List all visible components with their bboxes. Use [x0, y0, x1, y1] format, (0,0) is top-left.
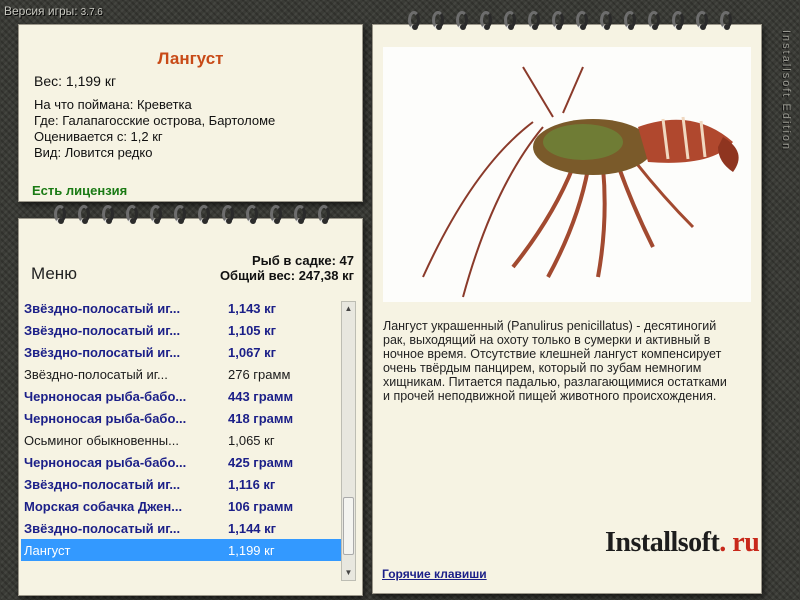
fish-weight: Вес: 1,199 кг: [34, 73, 117, 89]
version-label: Версия игры: 3.7.6: [4, 4, 103, 18]
catch-list-card: Меню Рыб в садке: 47 Общий вес: 247,38 к…: [18, 205, 363, 596]
logo-main-text: Installsoft: [605, 527, 720, 558]
catch-stats: Рыб в садке: 47 Общий вес: 247,38 кг: [220, 253, 354, 283]
list-item-name: Черноносая рыба-бабо...: [24, 410, 187, 426]
list-item-name: Черноносая рыба-бабо...: [24, 388, 187, 404]
list-item[interactable]: Звёздно-полосатый иг... 1,116 кг: [21, 473, 341, 495]
fish-description: Лангуст украшенный (Panulirus penicillat…: [383, 319, 727, 403]
list-item-name: Осьминог обыкновенны...: [24, 432, 179, 448]
hotkeys-link[interactable]: Горячие клавиши: [382, 567, 487, 581]
list-item-weight: 276 грамм: [228, 366, 291, 382]
list-item-weight: 1,144 кг: [228, 520, 277, 536]
lobster-image: [383, 47, 751, 302]
list-item-weight: 443 грамм: [228, 388, 294, 404]
list-item-weight: 1,143 кг: [228, 300, 277, 316]
list-item-weight: 1,065 кг: [228, 432, 275, 448]
location-line: Где: Галапагосские острова, Бартоломе: [34, 113, 276, 128]
catch-info-card: Лангуст Вес: 1,199 кг На что поймана: Кр…: [18, 24, 363, 202]
list-item-weight: 1,067 кг: [228, 344, 277, 360]
scroll-up-icon[interactable]: ▲: [342, 302, 355, 316]
logo-ru: ru: [732, 527, 760, 558]
list-item[interactable]: Звёздно-полосатый иг... 1,105 кг: [21, 319, 341, 341]
list-item-weight: 418 грамм: [228, 410, 294, 426]
list-item[interactable]: Черноносая рыба-бабо... 425 грамм: [21, 451, 341, 473]
list-item[interactable]: Морская собачка Джен... 106 грамм: [21, 495, 341, 517]
value-line: Оценивается с: 1,2 кг: [34, 129, 163, 144]
list-item-name: Звёздно-полосатый иг...: [24, 344, 181, 360]
catch-list[interactable]: Звёздно-полосатый иг... 1,143 кг Звёздно-п…: [21, 297, 341, 587]
edition-brand: Installsoft Edition: [780, 30, 792, 152]
list-item-weight: 106 грамм: [228, 498, 294, 514]
list-item-name: Звёздно-полосатый иг...: [24, 300, 181, 316]
fish-details: На что поймана: Креветка Где: Галапагосс…: [34, 97, 275, 161]
logo-dot: .: [719, 527, 726, 558]
list-item-name: Звёздно-полосатый иг...: [24, 322, 181, 338]
fish-title: Лангуст: [157, 49, 224, 68]
list-item-name: Звёздно-полосатый иг...: [24, 520, 181, 536]
list-item-name: Черноносая рыба-бабо...: [24, 454, 187, 470]
list-scrollbar[interactable]: ▲ ▼: [341, 301, 356, 581]
list-item-name: Морская собачка Джен...: [24, 498, 183, 514]
list-item-name: Звёздно-полосатый иг...: [24, 366, 168, 382]
list-item[interactable]: Осьминог обыкновенны... 1,065 кг: [21, 429, 341, 451]
list-item-weight: 1,105 кг: [228, 322, 277, 338]
installsoft-logo: Installsoft. ru: [605, 527, 760, 559]
bait-line: На что поймана: Креветка: [34, 97, 192, 112]
fish-count: Рыб в садке: 47: [251, 253, 354, 268]
list-item-weight: 1,199 кг: [228, 542, 275, 558]
list-item[interactable]: Звёздно-полосатый иг... 1,144 кг: [21, 517, 341, 539]
list-item[interactable]: Черноносая рыба-бабо... 443 грамм: [21, 385, 341, 407]
list-item-name: Звёздно-полосатый иг...: [24, 476, 181, 492]
list-item[interactable]: Лангуст 1,199 кг: [21, 539, 341, 561]
rarity-line: Вид: Ловится редко: [34, 145, 153, 160]
version-text: Версия игры:: [4, 4, 78, 18]
list-item[interactable]: Черноносая рыба-бабо... 418 грамм: [21, 407, 341, 429]
list-item-weight: 1,116 кг: [228, 476, 276, 492]
menu-button[interactable]: Меню: [31, 264, 77, 284]
spiral-binding-right: [403, 11, 739, 33]
list-item-weight: 425 грамм: [228, 454, 294, 470]
spiral-binding: [49, 205, 337, 227]
scroll-thumb[interactable]: [343, 497, 354, 555]
list-item-name: Лангуст: [24, 542, 71, 558]
list-item[interactable]: Звёздно-полосатый иг... 1,067 кг: [21, 341, 341, 363]
license-status: Есть лицензия: [32, 183, 128, 198]
list-item[interactable]: Звёздно-полосатый иг... 276 грамм: [21, 363, 341, 385]
total-weight: Общий вес: 247,38 кг: [219, 268, 354, 283]
scroll-down-icon[interactable]: ▼: [342, 566, 355, 580]
fish-photo-card: Лангуст украшенный (Panulirus penicillat…: [372, 11, 762, 594]
list-item[interactable]: Звёздно-полосатый иг... 1,143 кг: [21, 297, 341, 319]
version-number: 3.7.6: [80, 7, 103, 18]
